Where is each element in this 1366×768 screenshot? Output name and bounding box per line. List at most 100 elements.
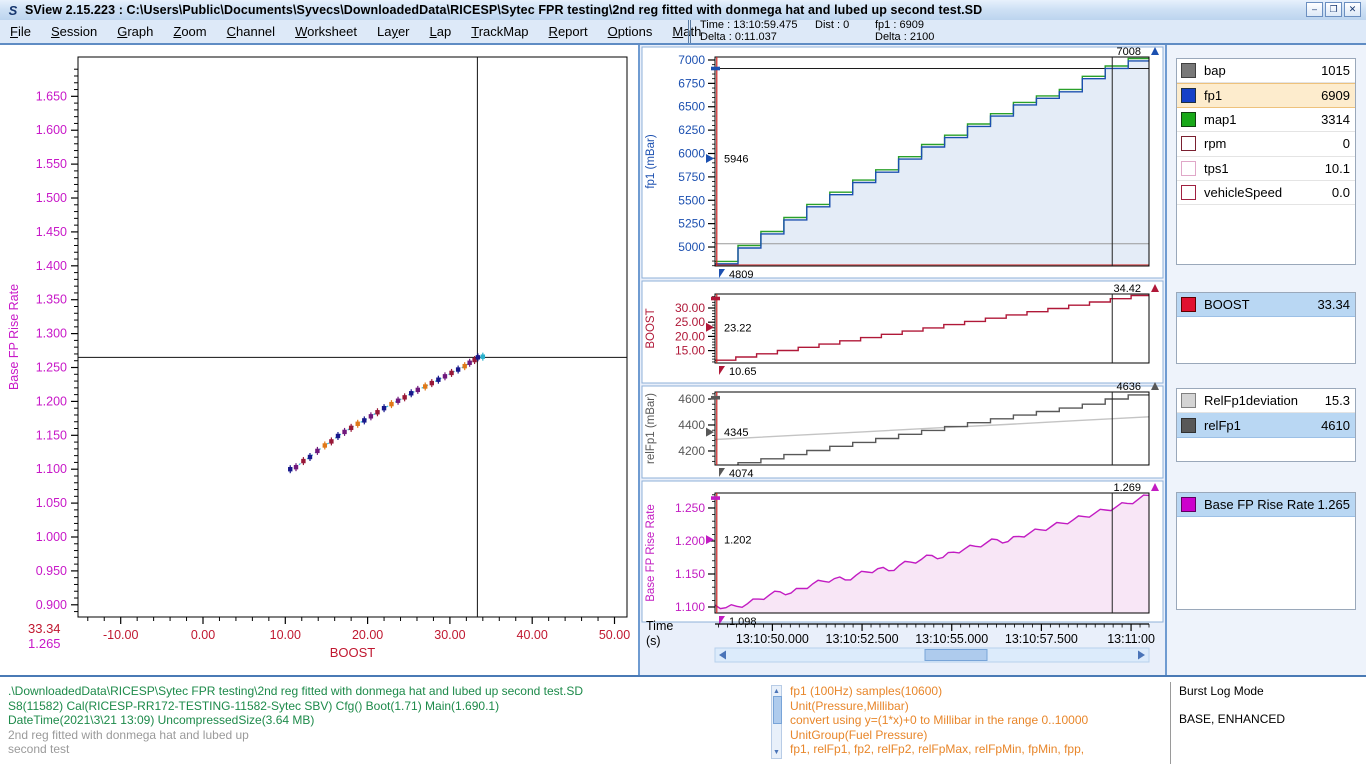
legend-box-0[interactable]: bap1015fp16909map13314rpm0tps110.1vehicl… xyxy=(1176,58,1356,265)
legend-box-1[interactable]: BOOST33.34 xyxy=(1176,292,1356,364)
time-scrollbar[interactable] xyxy=(715,648,1149,662)
time-charts[interactable]: 500052505500575060006250650067507000fp1 … xyxy=(640,45,1165,673)
menu-item-channel[interactable]: Channel xyxy=(217,20,285,43)
menu-item-file[interactable]: File xyxy=(0,20,41,43)
menu-item-graph[interactable]: Graph xyxy=(107,20,163,43)
boost-y-tick: 20.00 xyxy=(675,329,705,343)
channel-swatch xyxy=(1181,297,1196,312)
channel-row-tps1[interactable]: tps110.1 xyxy=(1177,157,1355,181)
fp1-y-tick: 5750 xyxy=(678,170,705,184)
relfp1-y-tick: 4600 xyxy=(678,392,705,406)
channel-name: relFp1 xyxy=(1204,418,1321,433)
channel-row-base-fp-rise-rate[interactable]: Base FP Rise Rate1.265 xyxy=(1177,493,1355,517)
channel-name: RelFp1deviation xyxy=(1204,393,1325,408)
boost-y-tick: 15.00 xyxy=(675,344,705,358)
y-tick-label: 1.450 xyxy=(36,225,67,239)
app-window: S SView 2.15.223 : C:\Users\Public\Docum… xyxy=(0,0,1366,768)
xy-plot[interactable]: -10.000.0010.0020.0030.0040.0050.000.900… xyxy=(0,45,638,673)
fp1-panel[interactable]: 500052505500575060006250650067507000fp1 … xyxy=(642,46,1163,281)
time-tick-label: 13:10:55.000 xyxy=(915,632,988,646)
y-tick-label: 1.650 xyxy=(36,89,67,103)
channel-row-map1[interactable]: map13314 xyxy=(1177,108,1355,132)
fp1-cursor-value-label: 5946 xyxy=(724,154,748,166)
channel-row-vehiclespeed[interactable]: vehicleSpeed0.0 xyxy=(1177,181,1355,205)
channel-row-boost[interactable]: BOOST33.34 xyxy=(1177,293,1355,317)
channel-value: 33.34 xyxy=(1317,297,1355,312)
menu-item-report[interactable]: Report xyxy=(539,20,598,43)
time-charts-panel[interactable]: 500052505500575060006250650067507000fp1 … xyxy=(640,45,1167,675)
time-axis-unit: (s) xyxy=(646,634,661,648)
fp1-y-tick: 6500 xyxy=(678,100,705,114)
channel-row-relfp1[interactable]: relFp14610 xyxy=(1177,413,1355,437)
base-panel[interactable]: 1.1001.1501.2001.250Base FP Rise Rate1.2… xyxy=(642,481,1163,628)
boost-y-tick: 30.00 xyxy=(675,301,705,315)
relfp1-max-label: 4636 xyxy=(1117,381,1141,393)
channel-value: 4610 xyxy=(1321,418,1355,433)
channel-name: Base FP Rise Rate xyxy=(1204,497,1317,512)
fp1-min-label: 4809 xyxy=(729,269,753,281)
menu-item-layer[interactable]: Layer xyxy=(367,20,420,43)
base-y-tick: 1.250 xyxy=(675,501,705,515)
menu-item-session[interactable]: Session xyxy=(41,20,107,43)
channel-name: fp1 xyxy=(1204,88,1321,103)
channel-swatch xyxy=(1181,497,1196,512)
channel-row-fp1[interactable]: fp16909 xyxy=(1177,83,1355,107)
fp1-y-tick: 6000 xyxy=(678,147,705,161)
xy-plot-panel[interactable]: -10.000.0010.0020.0030.0040.0050.000.900… xyxy=(0,45,640,675)
channel-row-rpm[interactable]: rpm0 xyxy=(1177,132,1355,156)
burst-log-modes: BASE, ENHANCED xyxy=(1179,712,1366,726)
base-max-label: 1.269 xyxy=(1113,482,1141,494)
channel-value: 1.265 xyxy=(1317,497,1355,512)
menu-item-worksheet[interactable]: Worksheet xyxy=(285,20,367,43)
menu-bar: FileSessionGraphZoomChannelWorksheetLaye… xyxy=(0,20,1366,45)
relfp1-cursor-value-label: 4345 xyxy=(724,427,748,439)
scroll-up-icon[interactable]: ▲ xyxy=(772,687,781,696)
channel-value: 10.1 xyxy=(1325,161,1355,176)
relfp1-panel[interactable]: 420044004600relFp1 (mBar)463643454074 xyxy=(642,381,1163,480)
legend-box-2[interactable]: RelFp1deviation15.3relFp14610 xyxy=(1176,388,1356,462)
scroll-thumb[interactable] xyxy=(773,696,782,724)
menu-item-zoom[interactable]: Zoom xyxy=(163,20,216,43)
burst-log-info: Burst Log Mode BASE, ENHANCED xyxy=(1170,682,1366,764)
fp1-axis-title: fp1 (mBar) xyxy=(645,134,657,188)
fp1-y-tick: 6750 xyxy=(678,76,705,90)
menu-item-trackmap[interactable]: TrackMap xyxy=(461,20,538,43)
channel-meta-line: fp1 (100Hz) samples(10600) xyxy=(790,684,1160,699)
fp1-y-tick: 5500 xyxy=(678,193,705,207)
y-tick-label: 1.550 xyxy=(36,157,67,171)
scroll-down-icon[interactable]: ▼ xyxy=(772,748,781,757)
x-tick-label: -10.00 xyxy=(103,628,138,642)
channel-meta-line: fp1, relFp1, fp2, relFp2, relFpMax, relF… xyxy=(790,742,1160,757)
x-tick-label: 0.00 xyxy=(191,628,215,642)
x-tick-label: 10.00 xyxy=(270,628,301,642)
y-tick-label: 1.350 xyxy=(36,293,67,307)
channel-row-relfp1deviation[interactable]: RelFp1deviation15.3 xyxy=(1177,389,1355,413)
boost-panel[interactable]: 15.0020.0025.0030.00BOOST34.4223.2210.65 xyxy=(642,281,1163,383)
channel-info-scrollbar[interactable]: ▲ ▼ xyxy=(771,685,782,759)
channel-name: vehicleSpeed xyxy=(1204,185,1332,200)
relfp1-axis-title: relFp1 (mBar) xyxy=(645,393,657,464)
channel-value: 1015 xyxy=(1321,63,1355,78)
fp1-y-tick: 6250 xyxy=(678,123,705,137)
channel-row-bap[interactable]: bap1015 xyxy=(1177,59,1355,83)
minimize-button[interactable]: – xyxy=(1306,2,1323,17)
channel-swatch xyxy=(1181,88,1196,103)
legend-box-3[interactable]: Base FP Rise Rate1.265 xyxy=(1176,492,1356,610)
menu-item-options[interactable]: Options xyxy=(598,20,663,43)
fp1-y-tick: 5250 xyxy=(678,217,705,231)
restore-button[interactable]: ❐ xyxy=(1325,2,1342,17)
boost-min-label: 10.65 xyxy=(729,366,757,378)
channel-swatch xyxy=(1181,136,1196,151)
close-button[interactable]: ✕ xyxy=(1344,2,1361,17)
channel-swatch xyxy=(1181,418,1196,433)
base-y-tick: 1.150 xyxy=(675,567,705,581)
relfp1-y-tick: 4200 xyxy=(678,444,705,458)
base-y-tick: 1.200 xyxy=(675,534,705,548)
status-comment-line: 2nd reg fitted with donmega hat and lube… xyxy=(8,728,768,743)
fp1-max-label: 7008 xyxy=(1117,46,1141,58)
y-tick-label: 1.500 xyxy=(36,191,67,205)
y-tick-label: 1.600 xyxy=(36,123,67,137)
channel-swatch xyxy=(1181,63,1196,78)
menu-item-lap[interactable]: Lap xyxy=(420,20,462,43)
base-min-label: 1.098 xyxy=(729,616,757,628)
